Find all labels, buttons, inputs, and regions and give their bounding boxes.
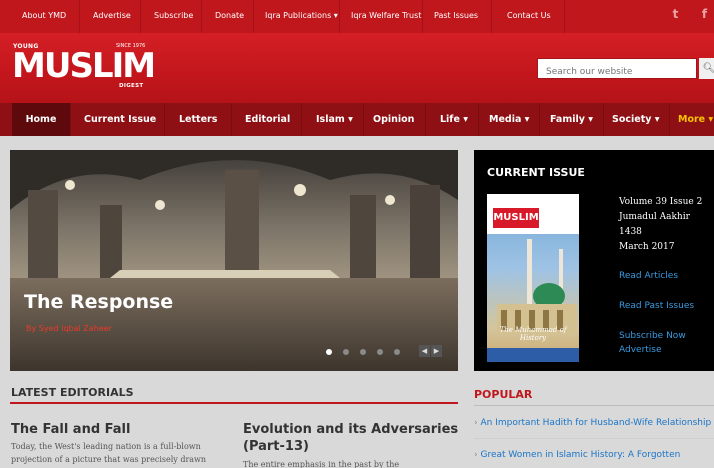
topbar-divider	[422, 0, 423, 33]
popular-heading: POPULAR	[474, 388, 533, 401]
read-past-issues-link[interactable]: Read Past Issues	[619, 301, 694, 311]
nav-item-society[interactable]: Society ▾	[612, 103, 660, 136]
nav-divider	[425, 103, 426, 136]
slider-dot[interactable]	[343, 349, 349, 355]
topbar-divider	[339, 0, 340, 33]
current-issue-heading: CURRENT ISSUE	[487, 166, 585, 179]
topbar-link-past-issues[interactable]: Past Issues	[434, 11, 478, 20]
topbar-link-subscribe[interactable]: Subscribe	[154, 11, 193, 20]
article-excerpt: The entire emphasis in the past by the	[243, 460, 400, 468]
article-title[interactable]: Evolution and its Adversaries	[243, 421, 458, 438]
topbar-divider	[140, 0, 141, 33]
nav-divider	[301, 103, 302, 136]
issue-volume: Volume 39 Issue 2	[619, 197, 703, 207]
latest-editorials-heading: LATEST EDITORIALS	[11, 386, 134, 399]
topbar-divider	[491, 0, 492, 33]
issue-hijri-month: Jumadul Aakhir	[619, 212, 690, 222]
advertise-link[interactable]: Advertise	[619, 345, 662, 355]
nav-divider	[669, 103, 670, 136]
nav-divider	[603, 103, 604, 136]
nav-item-home[interactable]: Home	[12, 103, 70, 136]
topbar-link-contact-us[interactable]: Contact Us	[507, 11, 551, 20]
facebook-icon[interactable]: f	[698, 7, 711, 21]
nav-item-current-issue[interactable]: Current Issue	[84, 103, 156, 136]
popular-item[interactable]: › Great Women in Islamic History: A Forg…	[474, 450, 680, 460]
slide-author[interactable]: By Syed Iqbal Zaheer	[26, 324, 112, 333]
topbar-link-about[interactable]: About YMD	[22, 11, 66, 20]
cover-logo: MUSLIM	[493, 208, 539, 228]
nav-divider	[363, 103, 364, 136]
nav-item-media[interactable]: Media ▾	[489, 103, 529, 136]
article-excerpt: projection of a picture that was precise…	[11, 455, 207, 464]
topbar-divider	[253, 0, 254, 33]
featured-slider[interactable]: The Response By Syed Iqbal Zaheer ◀ ▶	[10, 150, 458, 371]
nav-divider	[231, 103, 232, 136]
twitter-icon[interactable]: t	[669, 7, 682, 21]
nav-item-editorial[interactable]: Editorial	[245, 103, 290, 136]
subscribe-now-link[interactable]: Subscribe Now	[619, 331, 686, 341]
cover-footer	[487, 348, 579, 362]
topbar-divider	[79, 0, 80, 33]
nav-item-more[interactable]: More ▾	[678, 103, 713, 136]
nav-item-family[interactable]: Family ▾	[550, 103, 593, 136]
slider-next-icon[interactable]: ▶	[431, 345, 442, 357]
nav-item-islam[interactable]: Islam ▾	[316, 103, 353, 136]
article-excerpt: Today, the West's leading nation is a fu…	[11, 442, 201, 451]
slider-dot[interactable]	[394, 349, 400, 355]
logo-digest-text: DIGEST	[119, 83, 144, 89]
article-title[interactable]: The Fall and Fall	[11, 421, 130, 438]
main-nav: Home Current Issue Letters Editorial Isl…	[0, 103, 714, 136]
topbar-link-iqra-publications[interactable]: Iqra Publications ▾	[265, 11, 338, 20]
slider-dot[interactable]	[360, 349, 366, 355]
popular-rule	[474, 405, 714, 406]
search-box	[537, 58, 697, 82]
topbar-link-advertise[interactable]: Advertise	[93, 11, 131, 20]
logo-muslim-text[interactable]: MUSLIM	[12, 49, 156, 83]
slider-dot[interactable]	[326, 349, 332, 355]
article-title[interactable]: (Part-13)	[243, 438, 309, 455]
nav-item-life[interactable]: Life ▾	[440, 103, 468, 136]
site-header: YOUNG SINCE 1976 MUSLIM DIGEST 🔍︎	[0, 33, 714, 103]
topbar-link-donate[interactable]: Donate	[215, 11, 244, 20]
popular-divider	[474, 438, 714, 439]
issue-date: March 2017	[619, 242, 675, 252]
nav-divider	[539, 103, 540, 136]
popular-item-label: An Important Hadith for Husband-Wife Rel…	[480, 418, 712, 428]
cover-title: The Muhammad of History	[499, 326, 567, 342]
topbar-divider	[564, 0, 565, 33]
popular-item[interactable]: › An Important Hadith for Husband-Wife R…	[474, 418, 711, 428]
nav-item-opinion[interactable]: Opinion	[373, 103, 414, 136]
issue-hijri-year: 1438	[619, 227, 642, 237]
topbar-link-iqra-welfare-trust[interactable]: Iqra Welfare Trust	[351, 11, 421, 20]
top-bar: About YMD Advertise Subscribe Donate Iqr…	[0, 0, 714, 33]
slider-prev-icon[interactable]: ◀	[419, 345, 430, 357]
popular-item-label: Great Women in Islamic History: A Forgot…	[480, 450, 681, 460]
search-input[interactable]	[538, 62, 696, 82]
read-articles-link[interactable]: Read Articles	[619, 271, 678, 281]
nav-item-letters[interactable]: Letters	[179, 103, 217, 136]
magazine-cover[interactable]: MUSLIM The Muhammad of History	[487, 194, 579, 362]
editorials-rule	[10, 402, 458, 404]
nav-divider	[70, 103, 71, 136]
search-icon[interactable]: 🔍︎	[699, 58, 714, 79]
nav-divider	[164, 103, 165, 136]
nav-divider	[478, 103, 479, 136]
slide-image	[10, 150, 458, 371]
slide-title[interactable]: The Response	[24, 291, 173, 313]
slider-dot[interactable]	[377, 349, 383, 355]
current-issue-panel: CURRENT ISSUE MUSLIM The Muhammad of His…	[474, 150, 714, 371]
topbar-divider	[201, 0, 202, 33]
